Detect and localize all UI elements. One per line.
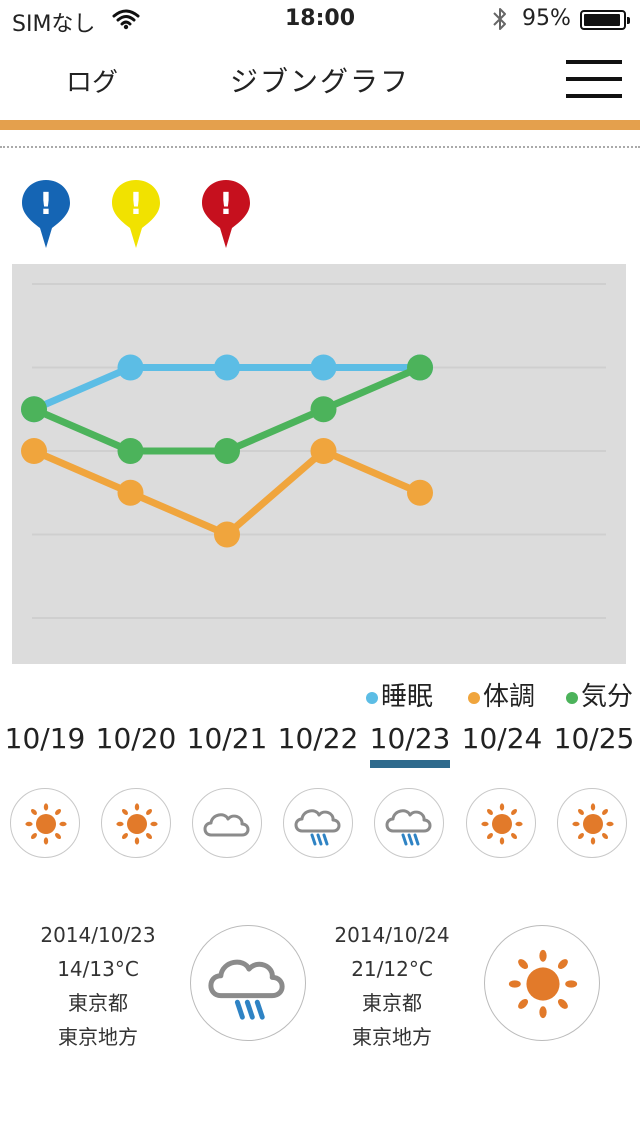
svg-text:!: ! xyxy=(219,187,233,222)
data-point xyxy=(310,396,337,423)
legend-dot-icon xyxy=(468,691,480,704)
line-chart xyxy=(21,283,606,619)
data-point xyxy=(214,438,240,464)
nav-bar: ログ ジブングラフ xyxy=(0,40,640,120)
data-point xyxy=(117,479,144,506)
data-point xyxy=(214,521,240,548)
mood-chart xyxy=(12,264,626,664)
selected-date-underline xyxy=(370,760,450,768)
rain-icon[interactable] xyxy=(283,788,353,858)
data-point xyxy=(407,479,433,506)
battery-percent: 95% xyxy=(522,6,571,31)
data-point xyxy=(117,438,144,464)
legend-dot-icon xyxy=(566,691,578,704)
dotted-divider xyxy=(0,146,640,148)
date-tab[interactable]: 10/24 xyxy=(456,722,548,755)
forecast-pref: 東京都 xyxy=(362,991,422,1015)
forecast-date: 2014/10/23 xyxy=(40,923,156,947)
forecast-area: 東京地方 xyxy=(352,1025,432,1049)
date-strip: 10/19 10/20 10/21 10/22 10/23 10/24 10/25 xyxy=(0,722,640,762)
sun-icon[interactable] xyxy=(557,788,627,858)
sun-icon xyxy=(484,925,600,1041)
svg-text:!: ! xyxy=(129,187,143,222)
legend-label: 睡眠 xyxy=(381,682,434,712)
data-point xyxy=(310,438,337,464)
legend-label: 体調 xyxy=(483,682,536,712)
data-point xyxy=(214,354,240,381)
rain-icon[interactable] xyxy=(374,788,444,858)
forecast-area: 東京地方 xyxy=(58,1025,138,1049)
date-tab[interactable]: 10/20 xyxy=(90,722,182,755)
forecast-info: 2014/10/24 21/12°C 東京都東京地方 xyxy=(322,918,462,1054)
forecast-info: 2014/10/23 14/13°C 東京都東京地方 xyxy=(28,918,168,1054)
accent-bar xyxy=(0,120,640,130)
data-point xyxy=(21,396,47,423)
battery-icon xyxy=(580,10,630,30)
forecast-temp: 21/12°C xyxy=(351,957,433,981)
cloud-icon[interactable] xyxy=(192,788,262,858)
date-tab[interactable]: 10/25 xyxy=(548,722,640,755)
data-point xyxy=(21,438,47,464)
sun-icon[interactable] xyxy=(101,788,171,858)
alert-pin-icon[interactable]: ! xyxy=(110,178,162,250)
alert-pin-icon[interactable]: ! xyxy=(200,178,252,250)
rain-icon xyxy=(190,925,306,1041)
legend-item: 睡眠 xyxy=(366,676,433,713)
sun-icon[interactable] xyxy=(10,788,80,858)
data-point xyxy=(117,354,144,381)
forecast-temp: 14/13°C xyxy=(57,957,139,981)
status-bar: SIMなし 18:00 95% xyxy=(0,0,640,40)
svg-text:!: ! xyxy=(39,187,53,222)
date-tab[interactable]: 10/22 xyxy=(272,722,364,755)
page-title: ジブングラフ xyxy=(229,65,410,98)
sun-icon[interactable] xyxy=(466,788,536,858)
alert-pin-icon[interactable]: ! xyxy=(20,178,72,250)
legend-item: 体調 xyxy=(468,676,535,713)
legend-label: 気分 xyxy=(581,682,634,712)
legend-dot-icon xyxy=(366,691,378,704)
data-point xyxy=(407,354,433,381)
forecast-date: 2014/10/24 xyxy=(334,923,450,947)
bluetooth-icon xyxy=(490,6,510,36)
legend-item: 気分 xyxy=(566,676,633,713)
forecast-pref: 東京都 xyxy=(68,991,128,1015)
data-point xyxy=(310,354,337,381)
hamburger-menu-icon[interactable] xyxy=(566,60,622,98)
date-tab-selected[interactable]: 10/23 xyxy=(364,722,456,755)
date-tab[interactable]: 10/21 xyxy=(181,722,273,755)
date-tab[interactable]: 10/19 xyxy=(0,722,91,755)
